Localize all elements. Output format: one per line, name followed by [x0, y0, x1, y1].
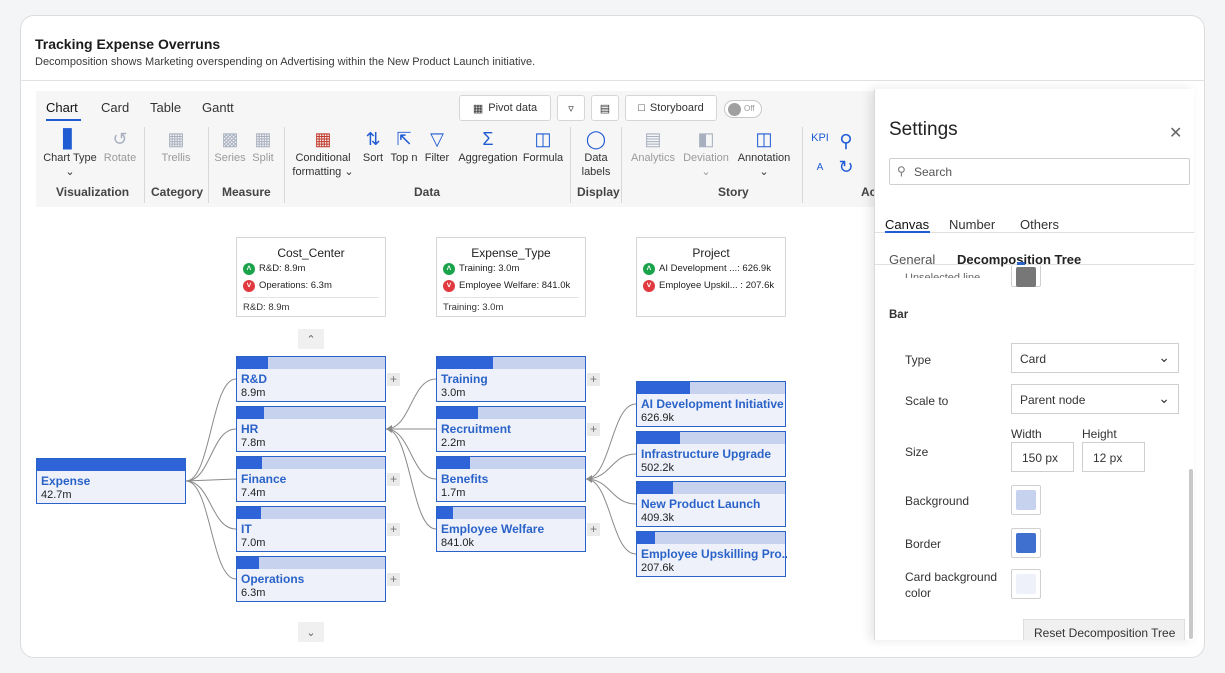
node-bar [237, 357, 269, 369]
close-icon[interactable]: ✕ [1169, 123, 1182, 143]
node-bar [237, 457, 263, 469]
tab-canvas[interactable]: Canvas [885, 217, 929, 232]
node-bar [437, 457, 470, 469]
border-color [1016, 533, 1036, 553]
node-bar [237, 557, 260, 569]
tab-number[interactable]: Number [949, 217, 995, 232]
expand-plus-icon[interactable]: + [387, 373, 400, 386]
height-label: Height [1082, 427, 1117, 441]
node-bar [437, 507, 454, 519]
size-label: Size [905, 445, 929, 459]
width-label: Width [1011, 427, 1042, 441]
height-input[interactable]: 12 px [1082, 442, 1145, 472]
tree-node-infrastructure[interactable]: Infrastructure Upgrade 502.2k [636, 431, 786, 477]
search-icon: ⚲ [897, 164, 906, 178]
tree-node-rnd[interactable]: R&D 8.9m [236, 356, 386, 402]
node-bar [437, 407, 479, 419]
node-bar [37, 459, 185, 471]
expand-plus-icon[interactable]: + [387, 473, 400, 486]
tree-node-training[interactable]: Training 3.0m [436, 356, 586, 402]
search-input[interactable]: ⚲ Search [889, 158, 1190, 185]
scale-select[interactable]: Parent node ⌄ [1011, 384, 1179, 414]
card-bg-label: Card background color [905, 570, 998, 600]
tree-node-recruitment[interactable]: Recruitment 2.2m [436, 406, 586, 452]
tree-node-it[interactable]: IT 7.0m [236, 506, 386, 552]
settings-subtabs: General Decomposition Tree [875, 235, 1194, 267]
width-input[interactable]: 150 px [1011, 442, 1074, 472]
tree-node-benefits[interactable]: Benefits 1.7m [436, 456, 586, 502]
expand-plus-icon[interactable]: + [587, 523, 600, 536]
settings-tabs: Canvas Number Others [875, 199, 1194, 233]
tree-node-hr[interactable]: HR 7.8m [236, 406, 386, 452]
chevron-down-icon: ⌄ [1158, 390, 1170, 406]
type-label: Type [905, 353, 932, 367]
subtab-general[interactable]: General [889, 252, 935, 267]
node-bar [637, 382, 691, 394]
expand-plus-icon[interactable]: + [387, 523, 400, 536]
expand-plus-icon[interactable]: + [387, 573, 400, 586]
expand-plus-icon[interactable]: + [587, 373, 600, 386]
tree-node-upskilling[interactable]: Employee Upskilling Pro... 207.6k [636, 531, 787, 577]
background-label: Background [905, 494, 970, 508]
card-bg-swatch[interactable] [1011, 569, 1041, 599]
border-swatch[interactable] [1011, 528, 1041, 558]
background-color [1016, 490, 1036, 510]
scrollbar[interactable] [1189, 469, 1193, 639]
expand-plus-icon[interactable]: + [587, 423, 600, 436]
settings-panel: Settings ✕ ⚲ Search Canvas Number Others… [874, 89, 1194, 640]
cut-off-label: Unselected line [905, 272, 981, 278]
tab-others[interactable]: Others [1020, 217, 1059, 232]
tree-node-operations[interactable]: Operations 6.3m [236, 556, 386, 602]
type-select[interactable]: Card ⌄ [1011, 343, 1179, 373]
report-card: Tracking Expense Overruns Decomposition … [20, 15, 1205, 658]
unselected-line-swatch[interactable] [1011, 265, 1041, 287]
reset-decomposition-tree-button[interactable]: Reset Decomposition Tree [1023, 619, 1185, 640]
chevron-down-icon: ⌄ [1158, 349, 1170, 365]
node-bar [237, 507, 261, 519]
tree-node-employee-welfare[interactable]: Employee Welfare 841.0k [436, 506, 586, 552]
tab-underline [885, 231, 930, 233]
tree-node-root[interactable]: Expense 42.7m [36, 458, 186, 504]
node-bar [437, 357, 494, 369]
node-bar [637, 532, 655, 544]
node-bar [637, 432, 680, 444]
background-swatch[interactable] [1011, 485, 1041, 515]
settings-title: Settings [889, 119, 958, 140]
border-label: Border [905, 537, 942, 551]
tree-node-ai-development[interactable]: AI Development Initiative 626.9k [636, 381, 786, 427]
node-bar [637, 482, 673, 494]
card-bg-color [1016, 574, 1036, 594]
scale-label: Scale to [905, 394, 949, 408]
node-bar [237, 407, 264, 419]
section-bar: Bar [889, 309, 909, 321]
tree-node-new-product[interactable]: New Product Launch 409.3k [636, 481, 786, 527]
tree-node-finance[interactable]: Finance 7.4m [236, 456, 386, 502]
